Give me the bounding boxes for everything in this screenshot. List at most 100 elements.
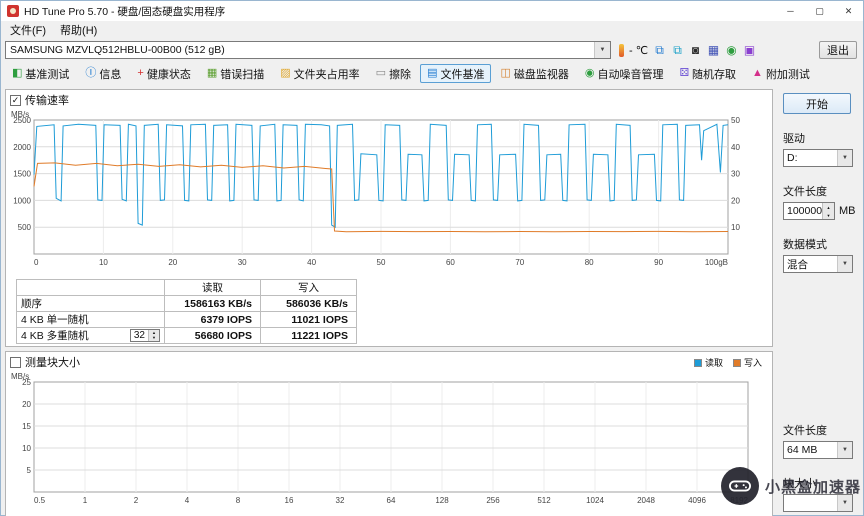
title-bar: HD Tune Pro 5.70 - 硬盘/固态硬盘实用程序 ─ ▢ ✕ [1,1,863,21]
disk-monitor-icon: ◫ [500,67,511,79]
svg-text:1500: 1500 [13,170,31,179]
erase-icon: ▭ [375,67,387,79]
minimize-button[interactable]: ─ [776,1,805,21]
app-window: HD Tune Pro 5.70 - 硬盘/固态硬盘实用程序 ─ ▢ ✕ 文件(… [0,0,864,516]
drive-select[interactable]: D: ▼ [783,149,853,167]
svg-text:500: 500 [18,223,32,232]
options-icon[interactable]: ▣ [742,43,757,58]
transfer-rate-checkbox-label: 传输速率 [25,95,69,107]
results-table-body: 顺序 1586163 KB/s 586036 KB/s 4 KB 单一随机 6379 I… [16,295,357,344]
svg-text:80: 80 [585,258,594,267]
content-area: ✓ 传输速率 0 10 20 30 40 50 60 70 80 90 100gB 500 10 1000… [1,85,863,516]
spin-up-icon[interactable]: ▲ [823,203,834,211]
drive-combobox[interactable]: SAMSUNG MZVLQ512HBLU-00B00 (512 gB) ▼ [5,41,611,59]
tab-folder-usage[interactable]: ▨ 文件夹占用率 [273,64,366,83]
tab-label: 基准测试 [25,68,70,81]
svg-text:0.5: 0.5 [34,496,46,505]
block-size-panel: 测量块大小 读取 写入 0.5 1 2 4 8 16 32 64 128 256 512 1024 204… [5,351,773,516]
svg-text:15: 15 [22,422,31,431]
tab-label: 信息 [99,68,122,81]
svg-text:50: 50 [731,116,740,125]
legend-item: 读取 [693,356,723,369]
data-mode-label: 数据模式 [783,239,827,251]
block-size-checkbox-label: 测量块大小 [25,357,80,369]
menu-bar: 文件(F) 帮助(H) [1,21,863,38]
tab-disk-monitor[interactable]: ◫ 磁盘监视器 [493,64,575,83]
controls-column: 开始 驱动 D: ▼ 文件长度 100000 ▲ ▼ MB 数据模式 混合 ▼ 文… [773,85,863,516]
block-file-length-value: 64 MB [787,444,818,456]
tab-erase[interactable]: ▭ 擦除 [369,64,418,83]
svg-text:40: 40 [731,143,740,152]
spinner-arrows[interactable]: ▲ ▼ [822,203,834,219]
file-length-unit: MB [839,205,856,217]
folder-usage-icon: ▨ [280,67,291,79]
tab-error-scan[interactable]: ▦ 错误扫描 [200,64,271,83]
svg-text:16: 16 [285,496,294,505]
save-icon[interactable]: ▦ [706,43,721,58]
svg-text:20: 20 [22,400,31,409]
close-button[interactable]: ✕ [834,1,863,21]
svg-text:32: 32 [336,496,345,505]
svg-text:1000: 1000 [13,196,31,205]
camera-icon[interactable]: ◙ [688,43,703,58]
copy-icon[interactable]: ⧉ [652,43,667,58]
legend-item: 写入 [732,356,762,369]
svg-text:4096: 4096 [688,496,706,505]
spin-down-icon[interactable]: ▼ [823,211,834,219]
svg-text:2048: 2048 [637,496,655,505]
block-size-chart: 0.51248163264128256512102420484096819251… [11,372,749,505]
app-icon [7,5,19,17]
tab-random-access[interactable]: ⚄ 随机存取 [672,64,743,83]
report-icon[interactable]: ⧉ [670,43,685,58]
svg-text:5: 5 [27,466,32,475]
data-mode-select[interactable]: 混合 ▼ [783,255,853,273]
monitor-led-icon[interactable]: ◉ [724,43,739,58]
row-label: 4 KB 多重随机 [21,330,89,342]
health-icon: + [137,67,144,79]
file-length-input[interactable]: 100000 ▲ ▼ [783,202,835,220]
block-file-length-select[interactable]: 64 MB ▼ [783,441,853,459]
tab-aam[interactable]: ◉ 自动噪音管理 [578,64,671,83]
chevron-down-icon: ▼ [837,256,852,272]
transfer-rate-checkbox[interactable]: ✓ [10,94,21,106]
info-icon: Ⓘ [85,67,97,79]
random-access-icon: ⚄ [679,67,690,79]
results-col-write: 写入 [260,279,357,296]
temperature-readout: - ℃ [629,44,649,57]
start-button[interactable]: 开始 [783,93,851,114]
charts-column: ✓ 传输速率 0 10 20 30 40 50 60 70 80 90 100gB 500 10 1000… [1,85,773,516]
block-size-checkbox[interactable] [10,356,21,368]
error-scan-icon: ▦ [206,67,218,79]
svg-text:10: 10 [22,444,31,453]
multi-random-count-input[interactable]: 32 ▲ ▼ [129,329,160,342]
tab-file-benchmark[interactable]: ▤ 文件基准 [420,64,492,83]
tab-label: 擦除 [389,68,412,81]
svg-text:MB/s: MB/s [11,372,29,381]
svg-text:0: 0 [34,258,39,267]
tab-extra-tests[interactable]: ▲ 附加测试 [745,64,817,83]
tab-health[interactable]: + 健康状态 [130,64,197,83]
menu-help[interactable]: 帮助(H) [53,22,104,38]
menu-file[interactable]: 文件(F) [3,22,53,38]
svg-text:MB/s: MB/s [11,110,29,119]
write-value: 586036 KB/s [260,295,357,312]
block-file-length-label: 文件长度 [783,425,827,437]
svg-text:30: 30 [731,170,740,179]
svg-text:10: 10 [99,258,108,267]
exit-button[interactable]: 退出 [819,41,857,59]
maximize-button[interactable]: ▢ [805,1,834,21]
tab-benchmark[interactable]: ◧ 基准测试 [5,64,76,83]
svg-text:4: 4 [185,496,190,505]
tab-label: 随机存取 [692,68,737,81]
thermometer-icon [619,43,624,57]
data-mode-value: 混合 [787,258,808,271]
heybox-watermark: 小黑盒加速器 [720,467,861,505]
file-length-value: 100000 [787,205,823,217]
tab-label: 自动噪音管理 [597,68,664,81]
file-length-label: 文件长度 [783,186,827,198]
write-value: 11221 IOPS [260,327,357,344]
tab-label: 文件基准 [440,68,485,81]
tab-info[interactable]: Ⓘ 信息 [78,64,128,83]
legend-label: 读取 [704,358,723,368]
drive-select-value: D: [787,152,798,164]
